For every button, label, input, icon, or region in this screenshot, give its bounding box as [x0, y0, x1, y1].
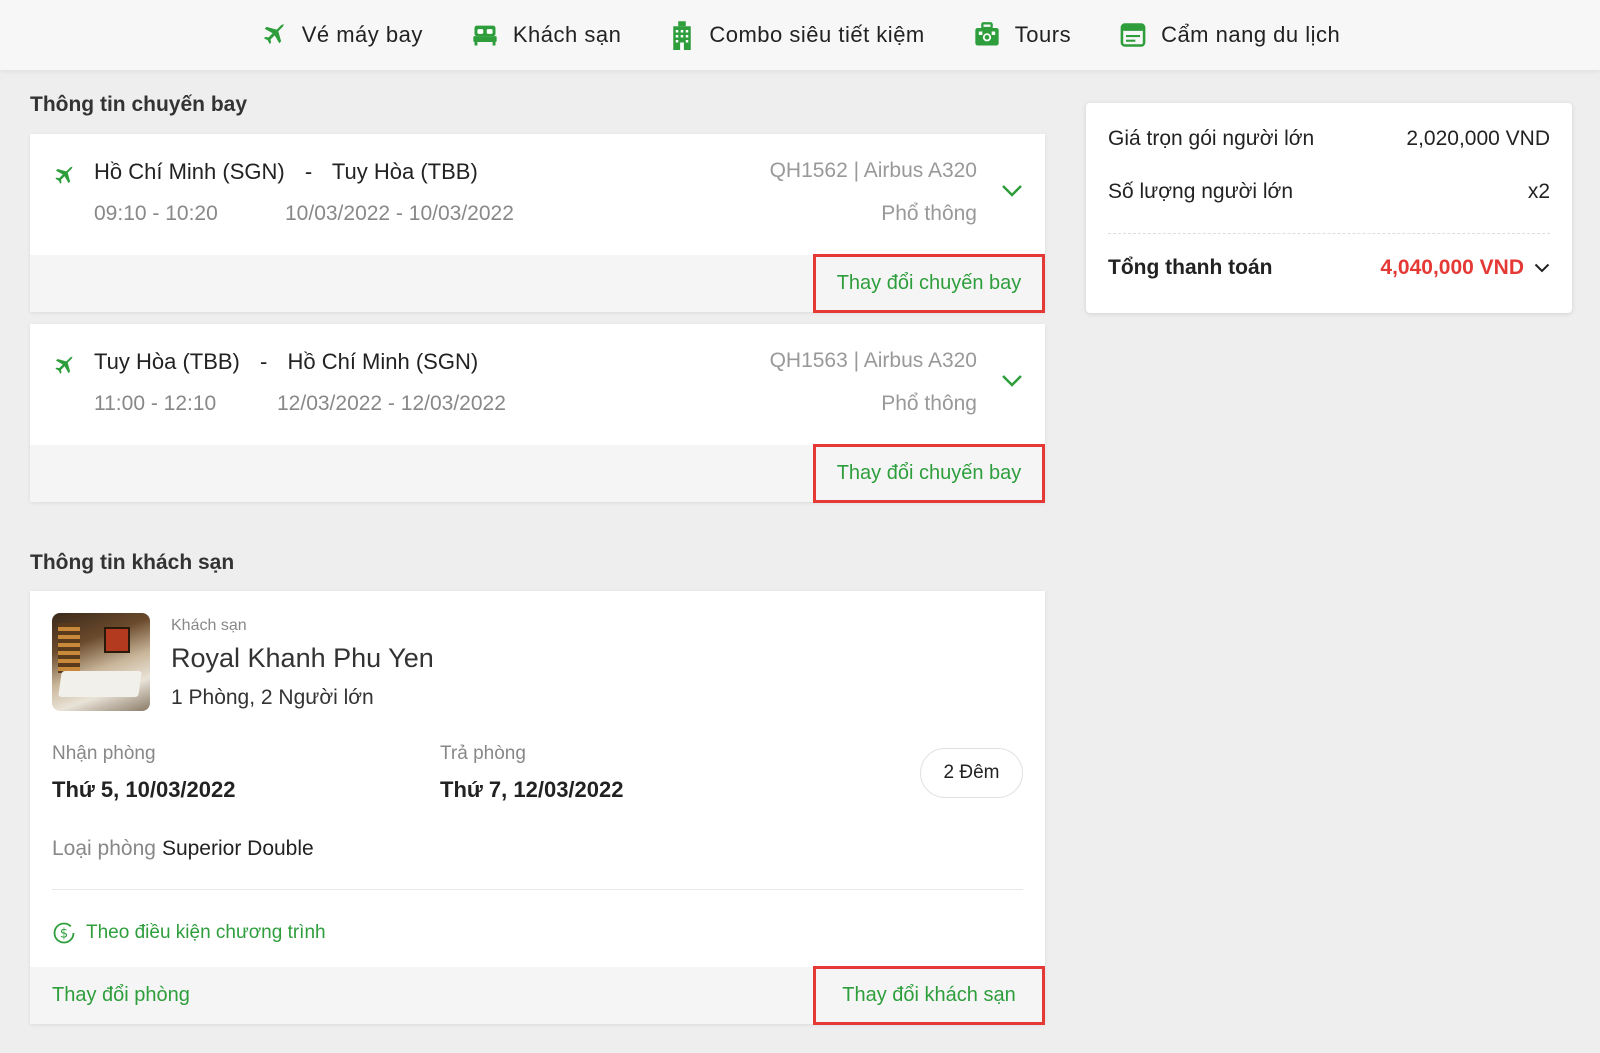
bed-icon [473, 25, 497, 46]
total-row[interactable]: Tổng thanh toán 4,040,000 VND [1108, 256, 1550, 280]
promo-conditions-link[interactable]: $ Theo điều kiện chương trình [52, 921, 326, 945]
divider [1108, 233, 1550, 234]
flight-card-footer: Thay đổi chuyến bay [30, 254, 1045, 313]
flight-destination: Hồ Chí Minh (SGN) [287, 349, 479, 374]
flight-date: 10/03/2022 - 10/03/2022 [285, 202, 514, 225]
flight-cabin: Phổ thông [881, 392, 977, 415]
flight-cabin: Phổ thông [881, 202, 977, 225]
nav-item-flights[interactable]: Vé máy bay [260, 21, 423, 49]
total-value: 4,040,000 VND [1380, 256, 1524, 279]
nav-label: Tours [1014, 22, 1072, 47]
flight-destination: Tuy Hòa (TBB) [331, 159, 478, 184]
flight-number: QH1563 | Airbus A320 [769, 349, 977, 372]
building-icon [673, 21, 692, 50]
checkin-date: Thứ 5, 10/03/2022 [52, 777, 236, 802]
hotel-card-footer: Thay đổi phòng Thay đổi khách sạn [30, 966, 1045, 1025]
room-type-value: Superior Double [161, 837, 314, 860]
hotel-image-detail [104, 627, 130, 653]
hotel-caption: Khách sạn [171, 617, 247, 634]
flight-card-body[interactable]: Tuy Hòa (TBB) - Hồ Chí Minh (SGN) 11:00 … [30, 324, 1045, 445]
checkout-label: Trả phòng [440, 743, 526, 764]
price-summary-panel: Giá trọn gói người lớn 2,020,000 VND Số … [1086, 103, 1572, 313]
nav-label: Vé máy bay [301, 22, 423, 47]
flight-date: 12/03/2022 - 12/03/2022 [277, 392, 506, 415]
nights-badge: 2 Đêm [920, 748, 1023, 798]
flight-card-footer: Thay đổi chuyến bay [30, 444, 1045, 503]
change-flight-button[interactable]: Thay đổi chuyến bay [813, 254, 1045, 313]
flight-route: Tuy Hòa (TBB) - Hồ Chí Minh (SGN) [94, 349, 478, 375]
chevron-down-icon[interactable] [1001, 184, 1023, 198]
change-flight-button[interactable]: Thay đổi chuyến bay [813, 444, 1045, 503]
nav-label: Combo siêu tiết kiệm [709, 22, 925, 47]
dollar-circle-icon: $ [53, 922, 75, 944]
hotel-card: Khách sạn Royal Khanh Phu Yen 1 Phòng, 2… [30, 591, 1045, 1025]
room-type: Loại phòng Superior Double [52, 837, 314, 861]
flight-time: 09:10 - 10:20 [94, 202, 218, 225]
flight-origin: Hồ Chí Minh (SGN) [94, 159, 285, 184]
hotel-name: Royal Khanh Phu Yen [171, 643, 434, 673]
adult-count-row: Số lượng người lớn x2 [1108, 180, 1550, 204]
luggage-icon [975, 22, 999, 46]
chevron-down-icon[interactable] [1001, 374, 1023, 388]
nav-item-hotels[interactable]: Khách sạn [471, 21, 621, 49]
chevron-down-icon[interactable] [1534, 263, 1550, 273]
top-navigation: Vé máy bay Khách sạn Combo siêu tiết kiệ… [0, 0, 1600, 70]
adult-price-row: Giá trọn gói người lớn 2,020,000 VND [1108, 127, 1550, 151]
guidebook-icon [1120, 23, 1146, 47]
hotel-image-detail [58, 671, 142, 697]
adult-count-value: x2 [1527, 180, 1550, 203]
plane-icon [263, 23, 285, 44]
nav-label: Cẩm nang du lịch [1161, 22, 1341, 47]
hotel-occupancy: 1 Phòng, 2 Người lớn [171, 686, 374, 709]
nav-item-guide[interactable]: Cẩm nang du lịch [1119, 21, 1340, 49]
promo-label: Theo điều kiện chương trình [86, 922, 326, 943]
checkout-date: Thứ 7, 12/03/2022 [440, 777, 624, 802]
divider [52, 889, 1023, 890]
flight-route: Hồ Chí Minh (SGN) - Tuy Hòa (TBB) [94, 159, 478, 185]
adult-price-label: Giá trọn gói người lớn [1108, 127, 1315, 150]
hotel-section-title: Thông tin khách sạn [30, 551, 235, 574]
total-value-group: 4,040,000 VND [1380, 256, 1550, 280]
room-type-label: Loại phòng [52, 837, 156, 860]
route-separator: - [260, 349, 268, 374]
hotel-image[interactable] [52, 613, 150, 711]
adult-price-value: 2,020,000 VND [1406, 127, 1550, 150]
route-separator: - [304, 159, 313, 184]
nav-label: Khách sạn [512, 22, 622, 47]
flight-number: QH1562 | Airbus A320 [769, 159, 977, 182]
hotel-image-detail [58, 623, 80, 673]
total-label: Tổng thanh toán [1108, 256, 1273, 279]
flight-card-body[interactable]: Hồ Chí Minh (SGN) - Tuy Hòa (TBB) 09:10 … [30, 134, 1045, 255]
plane-icon [55, 356, 73, 374]
plane-icon [55, 166, 73, 184]
flight-section-title: Thông tin chuyến bay [30, 93, 248, 116]
flight-card: Hồ Chí Minh (SGN) - Tuy Hòa (TBB) 09:10 … [30, 134, 1045, 313]
adult-count-label: Số lượng người lớn [1108, 180, 1294, 203]
svg-text:$: $ [60, 927, 68, 942]
flight-time: 11:00 - 12:10 [94, 392, 217, 415]
nav-item-combo[interactable]: Combo siêu tiết kiệm [669, 20, 924, 50]
checkin-label: Nhận phòng [52, 743, 156, 764]
nav-item-tours[interactable]: Tours [973, 21, 1071, 49]
change-hotel-button[interactable]: Thay đổi khách sạn [813, 966, 1045, 1025]
flight-origin: Tuy Hòa (TBB) [94, 349, 240, 374]
flight-card: Tuy Hòa (TBB) - Hồ Chí Minh (SGN) 11:00 … [30, 324, 1045, 503]
change-room-link[interactable]: Thay đổi phòng [52, 967, 190, 1024]
